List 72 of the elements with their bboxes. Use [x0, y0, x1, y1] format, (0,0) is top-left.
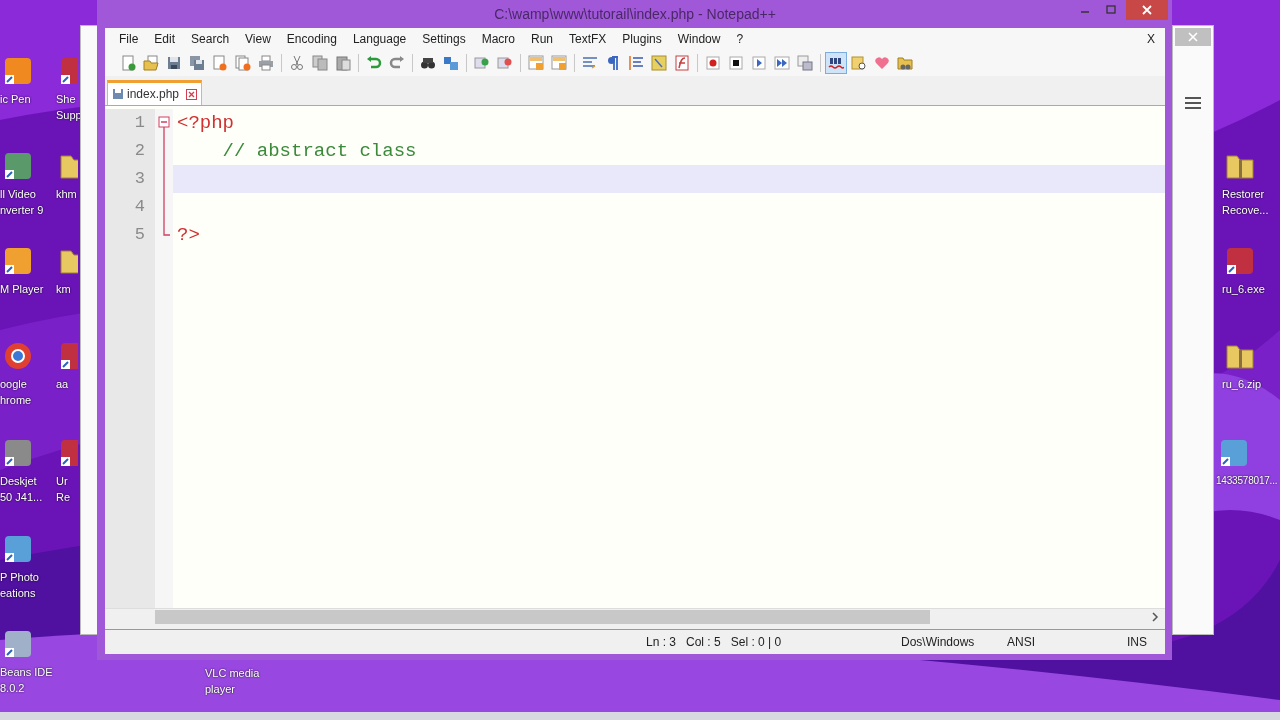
pen-icon[interactable]: [2, 55, 34, 87]
menu-item[interactable]: Run: [523, 29, 561, 49]
copy-icon[interactable]: [309, 52, 331, 74]
line-number: 1: [105, 109, 155, 137]
menu-item[interactable]: TextFX: [561, 29, 615, 49]
menu-item[interactable]: Search: [183, 29, 238, 49]
desktop-icon-label[interactable]: oogle hrome: [0, 376, 32, 408]
tab-label[interactable]: index.php: [127, 87, 180, 101]
close-button[interactable]: [1126, 0, 1168, 20]
window-title: C:\wamp\www\tutorail\index.php - Notepad++: [494, 6, 776, 22]
note-icon[interactable]: [648, 52, 670, 74]
desktop-icon-label[interactable]: VLC media player: [205, 665, 260, 697]
desktop-icon-label[interactable]: aa: [56, 376, 69, 392]
desktop-icon-label[interactable]: km: [56, 281, 71, 297]
file-tab[interactable]: index.php: [107, 80, 203, 105]
scroll-right-icon[interactable]: [1151, 612, 1159, 622]
save-icon: [112, 88, 124, 100]
menu-item[interactable]: Macro: [473, 29, 523, 49]
menu-item[interactable]: Window: [669, 29, 729, 49]
photo-icon[interactable]: [2, 533, 34, 565]
status-text: Ln : 3: [646, 635, 677, 649]
menu-item[interactable]: Language: [344, 29, 415, 49]
browser-icon[interactable]: [2, 340, 34, 372]
menu-item[interactable]: Encoding: [278, 29, 345, 49]
close-icon: [1142, 5, 1152, 15]
status-text: ANSI: [1007, 635, 1035, 649]
app-icon[interactable]: [58, 437, 78, 469]
app-icon[interactable]: [1224, 245, 1256, 277]
desktop-icon-label[interactable]: ic Pen: [0, 91, 31, 107]
close-document-button[interactable]: X: [1139, 29, 1163, 49]
close-icon[interactable]: [186, 88, 198, 100]
status-text: Dos\Windows: [901, 635, 975, 649]
line-number: 5: [105, 221, 155, 249]
desktop-icon-label[interactable]: Deskjet 50 J41...: [0, 473, 43, 505]
line-number: 2: [105, 137, 155, 165]
status-text: Col : 5: [686, 635, 721, 649]
fold-end-line: [163, 221, 170, 236]
line-number: 3: [105, 165, 155, 193]
printer-icon[interactable]: [2, 437, 34, 469]
status-text: INS: [1127, 635, 1147, 649]
code-text: ?>: [177, 224, 200, 246]
line-number: 4: [105, 193, 155, 221]
save-macro-icon[interactable]: [794, 52, 816, 74]
desktop-icon-label[interactable]: khm: [56, 186, 77, 202]
scrollbar-thumb[interactable]: [155, 610, 930, 624]
photo-icon[interactable]: [1218, 437, 1250, 469]
app-icon[interactable]: [58, 340, 78, 372]
code-comment: // abstract class: [221, 140, 417, 162]
status-text: Sel : 0 | 0: [730, 635, 782, 649]
desktop-icon-label[interactable]: ru_6.exe: [1222, 281, 1265, 297]
horizontal-scrollbar[interactable]: [105, 608, 1165, 625]
cube-icon[interactable]: [2, 628, 34, 660]
menu-item[interactable]: Edit: [146, 29, 184, 49]
desktop-icon-label[interactable]: M Player: [0, 281, 44, 297]
desktop-icon-label[interactable]: Ur Re: [56, 473, 71, 505]
menu-item[interactable]: ?: [728, 29, 752, 49]
desktop-icon-label[interactable]: Beans IDE 8.0.2: [0, 664, 53, 696]
menu-item[interactable]: View: [237, 29, 279, 49]
desktop-icon-label[interactable]: ru_6.zip: [1222, 376, 1262, 392]
spellcheck-icon[interactable]: [825, 52, 847, 74]
player-icon[interactable]: [2, 245, 34, 277]
video-icon[interactable]: [2, 150, 34, 182]
menu-item[interactable]: File: [111, 29, 147, 49]
desktop-icon-label[interactable]: 1433578017...: [1216, 473, 1278, 489]
desktop-icon-label[interactable]: Restorer Recove...: [1222, 186, 1269, 218]
desktop-icon-label[interactable]: ll Video nverter 9: [0, 186, 44, 218]
desktop-icon-label[interactable]: P Photo eations: [0, 569, 39, 601]
code-text: <?php: [177, 112, 234, 134]
menu-item[interactable]: Plugins: [614, 29, 670, 49]
app-icon[interactable]: [58, 55, 78, 87]
menu-icon[interactable]: [1185, 96, 1201, 110]
menu-item[interactable]: Settings: [414, 29, 474, 49]
